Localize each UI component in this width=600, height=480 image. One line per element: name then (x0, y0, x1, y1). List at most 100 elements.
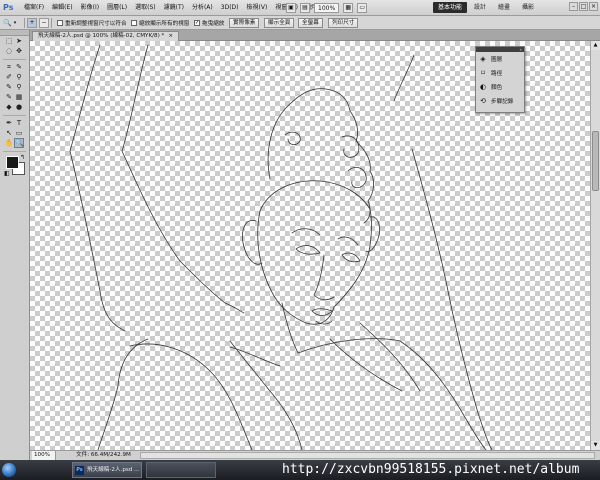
rectangle-tool-icon[interactable]: ▭ (14, 128, 24, 138)
start-button-icon[interactable] (2, 463, 16, 477)
gradient-tool-icon[interactable]: ▦ (14, 92, 24, 102)
horizontal-scrollbar[interactable] (140, 452, 595, 459)
tool-preset-picker[interactable]: 🔍 ▾ (3, 18, 16, 28)
paths-icon: ⌑ (481, 69, 485, 77)
zoom-level-dropdown[interactable]: 100% (314, 2, 340, 13)
swap-colors-icon[interactable]: ↰ (20, 154, 25, 161)
eraser-tool-icon[interactable]: ✎ (4, 92, 14, 102)
zoom-percentage-field[interactable]: 100% (32, 451, 56, 460)
workspace-essentials[interactable]: 基本功能 (433, 2, 468, 13)
quick-selection-tool-icon[interactable]: ✥ (14, 46, 24, 56)
resize-windows-option[interactable]: 重新調整視窗尺寸以符合 (57, 18, 127, 28)
path-selection-tool-icon[interactable]: ↖ (4, 128, 14, 138)
tool-row: ✐ ⚲ (4, 72, 29, 82)
crop-tool-icon[interactable]: ⌗ (4, 62, 14, 72)
maximize-icon[interactable]: □ (579, 2, 588, 11)
arrange-documents-icon[interactable]: ▦ (343, 2, 354, 13)
scroll-down-icon[interactable]: ▼ (591, 441, 600, 450)
panel-item-color[interactable]: ◐ 顏色 (476, 80, 524, 94)
color-icon: ◐ (479, 83, 487, 91)
menu-edit[interactable]: 編輯(E) (48, 0, 76, 15)
taskbar-item[interactable] (146, 462, 216, 478)
menu-layer[interactable]: 圖層(L) (103, 0, 131, 15)
zoom-tool-icon[interactable]: 🔍 (14, 138, 24, 148)
dodge-tool-icon[interactable]: ● (14, 102, 24, 112)
scrubby-zoom-checkbox[interactable]: ✓ (194, 20, 200, 26)
document-size-info[interactable]: 文件: 66.4M/242.9M (76, 451, 131, 460)
panel-item-paths[interactable]: ⌑ 路徑 (476, 66, 524, 80)
scroll-up-icon[interactable]: ▲ (591, 41, 600, 50)
default-colors-icon[interactable]: ◧ (4, 170, 10, 177)
scrollbar-thumb[interactable] (592, 131, 599, 191)
type-tool-icon[interactable]: T (14, 118, 24, 128)
scrubby-zoom-label: 拖曳縮放 (202, 21, 225, 27)
tool-row: ✎ ⚲ (4, 82, 29, 92)
launch-bridge-icon[interactable]: ▣ (286, 2, 296, 13)
workspace-switcher: 基本功能 設計 繪畫 攝影 (433, 2, 539, 13)
close-icon[interactable]: × (589, 2, 598, 11)
menu-file[interactable]: 檔案(F) (20, 0, 48, 15)
separator (24, 18, 25, 28)
photoshop-logo: Ps (3, 3, 14, 12)
screen-mode-icon[interactable]: ▭ (357, 2, 368, 13)
right-eye (341, 252, 361, 263)
print-size-button[interactable]: 列印尺寸 (328, 18, 359, 28)
headdress-curl (347, 167, 367, 189)
close-tab-icon[interactable]: × (168, 33, 173, 39)
tool-row: ◌ ✥ (4, 46, 29, 56)
collapse-panel-icon[interactable]: » (520, 47, 524, 52)
lasso-tool-icon[interactable]: ◌ (4, 46, 14, 56)
move-tool-icon[interactable]: ➤ (14, 36, 24, 46)
menu-image[interactable]: 影像(I) (77, 0, 103, 15)
pen-tool-icon[interactable]: ✒ (4, 118, 14, 128)
tools-panel: ⬚ ➤ ◌ ✥ ⌗ ✎ ✐ ⚲ ✎ ⚲ ✎ ▦ ◆ ● ✒ T ↖ ▭ ✋ 🔍 ↰ ◧ (0, 30, 30, 460)
taskbar-photoshop-item[interactable]: Ps 飛天線稿-2人.psd ... (72, 462, 142, 478)
resize-windows-checkbox[interactable] (57, 20, 63, 26)
blur-tool-icon[interactable]: ◆ (4, 102, 14, 112)
watermark-url: http://zxcvbn99518155.pixnet.net/album (282, 462, 580, 477)
mouth (311, 308, 333, 316)
marquee-tool-icon[interactable]: ⬚ (4, 36, 14, 46)
menu-select[interactable]: 選取(S) (131, 0, 160, 15)
zoom-all-windows-label: 縮放顯示所有的視窗 (139, 21, 190, 27)
separator (51, 18, 52, 28)
zoom-all-windows-option[interactable]: 縮放顯示所有的視窗 (131, 18, 189, 28)
workspace-photography[interactable]: 攝影 (517, 2, 539, 13)
tool-grid: ⬚ ➤ ◌ ✥ ⌗ ✎ ✐ ⚲ ✎ ⚲ ✎ ▦ ◆ ● ✒ T ↖ ▭ ✋ 🔍 (0, 36, 29, 148)
headdress-outline (267, 88, 374, 224)
shoulder-line (329, 338, 403, 392)
minimize-icon[interactable]: – (569, 2, 578, 11)
menu-bar: Ps 檔案(F) 編輯(E) 影像(I) 圖層(L) 選取(S) 濾鏡(T) 分… (0, 0, 600, 16)
workspace-design[interactable]: 設計 (469, 2, 491, 13)
vertical-scrollbar[interactable]: ▲ ▼ (590, 41, 600, 450)
panel-item-history[interactable]: ⟲ 步驟記錄 (476, 94, 524, 108)
sleeve-outline (97, 338, 149, 450)
menu-filter[interactable]: 濾鏡(T) (160, 0, 188, 15)
actual-pixels-button[interactable]: 實際像素 (229, 18, 260, 28)
healing-brush-tool-icon[interactable]: ✐ (4, 72, 14, 82)
status-bar: 100% 文件: 66.4M/242.9M (30, 450, 600, 460)
zoom-all-windows-checkbox[interactable] (131, 20, 137, 26)
scrubby-zoom-option[interactable]: ✓ 拖曳縮放 (194, 18, 224, 28)
workspace-painting[interactable]: 繪畫 (493, 2, 515, 13)
zoom-out-icon[interactable]: − (39, 18, 49, 28)
eyedropper-tool-icon[interactable]: ✎ (14, 62, 24, 72)
menu-3d[interactable]: 3D(D) (217, 0, 243, 15)
menu-analysis[interactable]: 分析(A) (188, 0, 217, 15)
clone-stamp-tool-icon[interactable]: ✎ (4, 82, 14, 92)
zoom-in-icon[interactable]: + (27, 18, 37, 28)
hand-tool-icon[interactable]: ✋ (4, 138, 14, 148)
brush-tool-icon[interactable]: ⚲ (14, 72, 24, 82)
panel-item-label: 顏色 (491, 85, 503, 91)
history-brush-tool-icon[interactable]: ⚲ (14, 82, 24, 92)
hairline (259, 180, 371, 212)
document-tab[interactable]: 飛天線稿-2人.psd @ 100% (線稿-02, CMYK/8) * × (32, 31, 180, 41)
taskbar-item-label: 飛天線稿-2人.psd ... (87, 467, 140, 473)
neck-line (281, 302, 299, 354)
fill-screen-button[interactable]: 全螢幕 (298, 18, 323, 28)
fit-screen-button[interactable]: 顯示全頁 (264, 18, 295, 28)
panel-item-layers[interactable]: ◈ 圖層 (476, 52, 524, 66)
foreground-color-swatch[interactable] (6, 156, 19, 169)
view-extras-icon[interactable]: ▤ (300, 2, 310, 13)
menu-view[interactable]: 檢視(V) (243, 0, 272, 15)
